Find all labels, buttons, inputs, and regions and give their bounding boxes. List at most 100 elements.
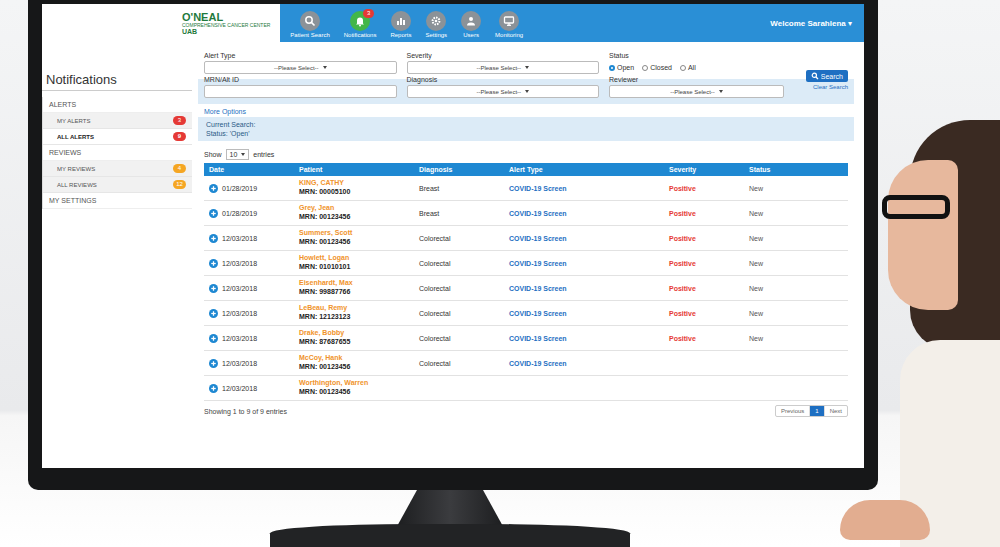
diagnosis-cell: Colorectal: [414, 259, 504, 268]
patient-cell: McCoy, HankMRN: 00123456: [294, 353, 414, 373]
search-icon: [811, 72, 819, 80]
status-radio[interactable]: Closed: [642, 64, 672, 71]
person: [880, 120, 1000, 547]
nav-label: Patient Search: [290, 32, 329, 38]
table-row[interactable]: 12/03/2018Drake, BobbyMRN: 87687655Color…: [204, 326, 848, 351]
more-options-link[interactable]: More Options: [198, 104, 854, 117]
alert-type-link[interactable]: COVID-19 Screen: [509, 260, 567, 267]
sidebar-section-title[interactable]: MY SETTINGS: [43, 193, 192, 209]
status-radio[interactable]: Open: [609, 64, 634, 71]
alert-type-link[interactable]: COVID-19 Screen: [509, 185, 567, 192]
filter-actions: Search Clear Search: [794, 52, 848, 98]
patient-cell: Howlett, LoganMRN: 01010101: [294, 253, 414, 273]
nav-icon-circle: [391, 11, 411, 31]
patient-link[interactable]: Worthington, Warren: [299, 379, 409, 388]
sidebar: NotificationsALERTSMY ALERTS3ALL ALERTS9…: [42, 48, 192, 468]
alert-type-link[interactable]: COVID-19 Screen: [509, 310, 567, 317]
patient-link[interactable]: Howlett, Logan: [299, 254, 409, 263]
alert-type-link[interactable]: COVID-19 Screen: [509, 335, 567, 342]
expand-icon[interactable]: [209, 334, 218, 343]
patient-link[interactable]: Eisenhardt, Max: [299, 279, 409, 288]
nav-item[interactable]: Patient Search: [290, 8, 329, 38]
page-button[interactable]: Next: [824, 406, 847, 416]
expand-icon[interactable]: [209, 284, 218, 293]
sidebar-section-title[interactable]: REVIEWS: [43, 145, 192, 161]
table-row[interactable]: 01/28/2019KING, CATHYMRN: 00005100Breast…: [204, 176, 848, 201]
current-search-value: Status: 'Open': [206, 129, 846, 138]
sidebar-item[interactable]: ALL REVIEWS12: [43, 177, 192, 193]
column-header[interactable]: Status: [744, 163, 848, 176]
sidebar-item[interactable]: ALL ALERTS9: [43, 129, 192, 145]
column-header[interactable]: Date: [204, 163, 294, 176]
alert-type-select[interactable]: --Please Select--: [204, 61, 397, 74]
status-radio[interactable]: All: [680, 64, 696, 71]
date-cell: 12/03/2018: [204, 383, 294, 394]
patient-link[interactable]: Summers, Scott: [299, 229, 409, 238]
expand-icon[interactable]: [209, 209, 218, 218]
expand-icon[interactable]: [209, 384, 218, 393]
alert-type-link[interactable]: COVID-19 Screen: [509, 360, 567, 367]
alert-type-link[interactable]: COVID-19 Screen: [509, 285, 567, 292]
expand-icon[interactable]: [209, 184, 218, 193]
table-row[interactable]: 12/03/2018McCoy, HankMRN: 00123456Colore…: [204, 351, 848, 376]
table-row[interactable]: 12/03/2018Worthington, WarrenMRN: 001234…: [204, 376, 848, 401]
date-cell: 01/28/2019: [204, 183, 294, 194]
alert-type-link[interactable]: COVID-19 Screen: [509, 235, 567, 242]
person-face: [888, 160, 958, 310]
page-button[interactable]: Previous: [776, 406, 809, 416]
caret-icon: [525, 90, 529, 93]
logo[interactable]: O'NEALCOMPREHENSIVE CANCER CENTERUAB: [42, 4, 280, 42]
table-row[interactable]: 01/28/2019Grey, JeanMRN: 00123456BreastC…: [204, 201, 848, 226]
page-length-select[interactable]: 10: [226, 149, 250, 160]
column-header[interactable]: Alert Type: [504, 163, 664, 176]
patient-mrn: MRN: 01010101: [299, 263, 409, 272]
patient-cell: Eisenhardt, MaxMRN: 99887766: [294, 278, 414, 298]
sidebar-section-title[interactable]: ALERTS: [43, 97, 192, 113]
caret-icon: [719, 90, 723, 93]
diagnosis-cell: Colorectal: [414, 309, 504, 318]
patient-link[interactable]: LeBeau, Remy: [299, 304, 409, 313]
expand-icon[interactable]: [209, 309, 218, 318]
diagnosis-select[interactable]: --Please Select--: [407, 85, 600, 98]
expand-icon[interactable]: [209, 259, 218, 268]
sidebar-section: MY SETTINGS: [42, 193, 192, 209]
patient-mrn: MRN: 87687655: [299, 338, 409, 347]
sidebar-item[interactable]: MY REVIEWS4: [43, 161, 192, 177]
filter-column: Alert Type--Please Select--MRN/Alt ID: [204, 52, 397, 98]
nav-item[interactable]: Monitoring: [495, 8, 523, 38]
nav-item[interactable]: Users: [461, 8, 481, 38]
nav-item[interactable]: 3Notifications: [344, 8, 377, 38]
person-hand: [840, 500, 930, 540]
patient-link[interactable]: Drake, Bobby: [299, 329, 409, 338]
mrn-input[interactable]: [204, 85, 397, 98]
expand-icon[interactable]: [209, 234, 218, 243]
nav-item[interactable]: Reports: [390, 8, 411, 38]
alert-type-link[interactable]: COVID-19 Screen: [509, 210, 567, 217]
sidebar-item-label: MY REVIEWS: [57, 166, 95, 172]
column-header[interactable]: Severity: [664, 163, 744, 176]
nav-item[interactable]: Settings: [425, 8, 447, 38]
status-cell: New: [744, 234, 848, 243]
reviewer-select[interactable]: --Please Select--: [609, 85, 784, 98]
patient-link[interactable]: KING, CATHY: [299, 179, 409, 188]
app-header: O'NEALCOMPREHENSIVE CANCER CENTERUAB Pati…: [42, 4, 864, 42]
sidebar-item[interactable]: MY ALERTS3: [43, 113, 192, 129]
logo-org: UAB: [182, 28, 270, 35]
severity-cell: Positive: [664, 184, 744, 193]
column-header[interactable]: Diagnosis: [414, 163, 504, 176]
patient-link[interactable]: Grey, Jean: [299, 204, 409, 213]
table-row[interactable]: 12/03/2018LeBeau, RemyMRN: 12123123Color…: [204, 301, 848, 326]
search-button[interactable]: Search: [806, 70, 848, 82]
monitor: O'NEALCOMPREHENSIVE CANCER CENTERUAB Pati…: [28, 0, 878, 490]
table-row[interactable]: 12/03/2018Howlett, LoganMRN: 01010101Col…: [204, 251, 848, 276]
patient-link[interactable]: McCoy, Hank: [299, 354, 409, 363]
page-button[interactable]: 1: [809, 406, 823, 416]
severity-select[interactable]: --Please Select--: [407, 61, 600, 74]
expand-icon[interactable]: [209, 359, 218, 368]
column-header[interactable]: Patient: [294, 163, 414, 176]
table-row[interactable]: 12/03/2018Eisenhardt, MaxMRN: 99887766Co…: [204, 276, 848, 301]
clear-search-link[interactable]: Clear Search: [813, 84, 848, 90]
user-menu[interactable]: Welcome Sarahlena ▾: [770, 19, 852, 28]
radio-icon: [680, 65, 686, 71]
table-row[interactable]: 12/03/2018Summers, ScottMRN: 00123456Col…: [204, 226, 848, 251]
